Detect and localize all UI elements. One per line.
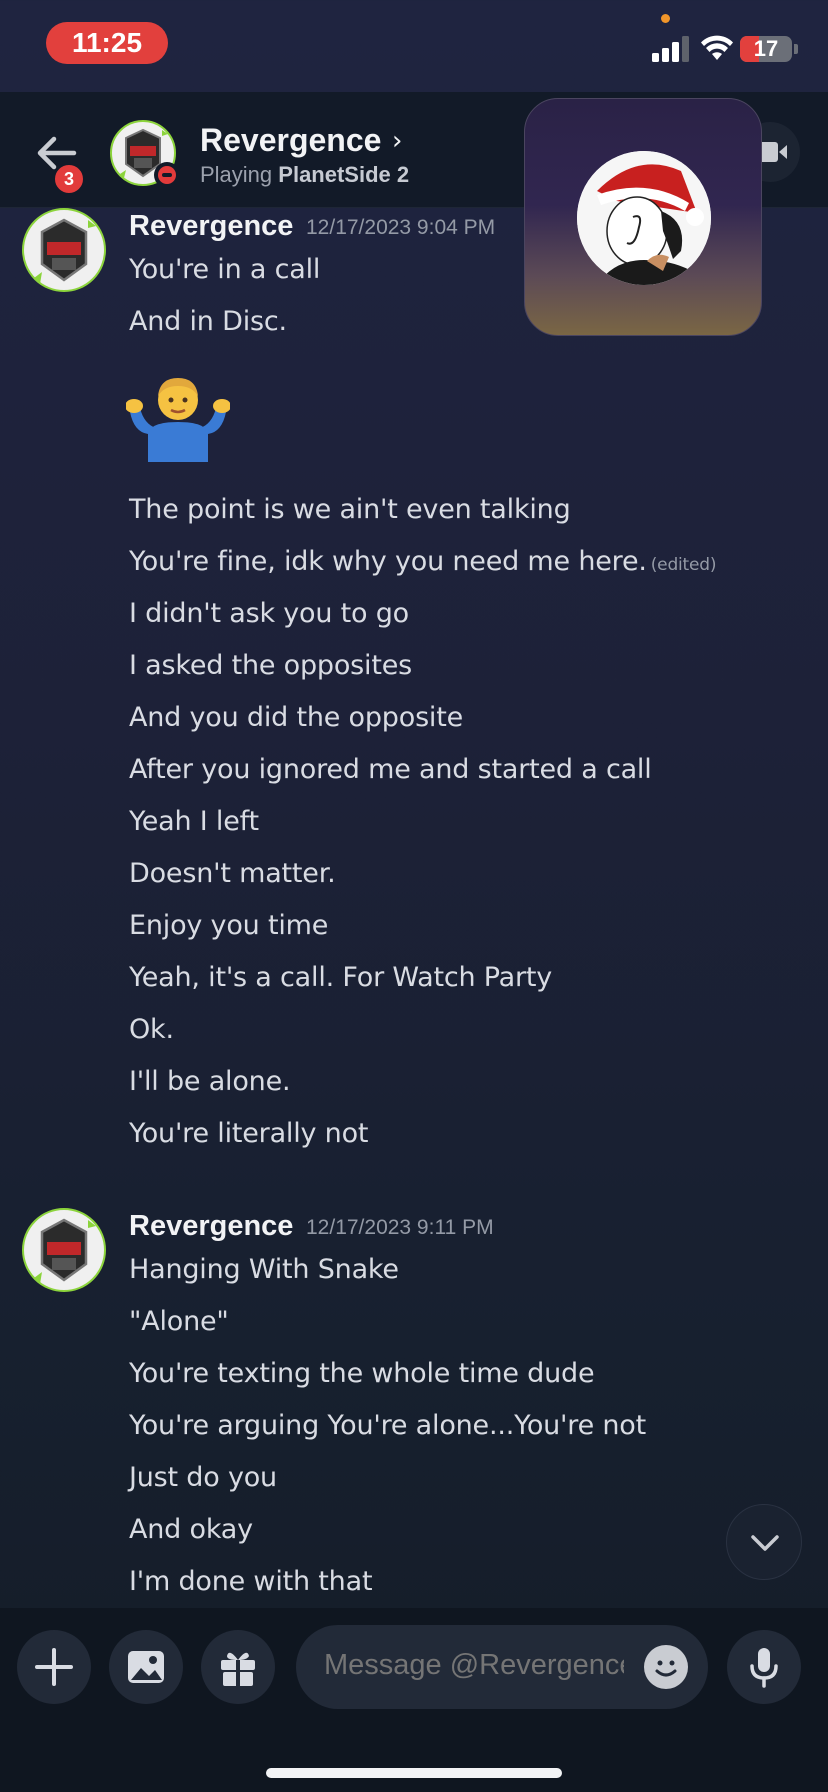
message-text[interactable]: I'll be alone.	[129, 1066, 291, 1097]
emoji-picker-button[interactable]	[644, 1645, 688, 1689]
message-text[interactable]: You're arguing You're alone...You're not	[129, 1410, 646, 1441]
message-text[interactable]: Yeah, it's a call. For Watch Party	[129, 962, 552, 993]
message-timestamp: 12/17/2023 9:04 PM	[306, 216, 496, 239]
message-author[interactable]: Revergence	[129, 210, 293, 243]
unread-badge: 3	[52, 162, 86, 196]
message-timestamp: 12/17/2023 9:11 PM	[306, 1216, 494, 1239]
message-text[interactable]: Doesn't matter.	[129, 858, 336, 889]
edited-label: (edited)	[650, 555, 717, 575]
message-text[interactable]: I asked the opposites	[129, 650, 412, 681]
message-text[interactable]: You're literally not	[129, 1118, 368, 1149]
battery-percent: 17	[753, 36, 779, 61]
avatar[interactable]	[22, 208, 106, 292]
message-text[interactable]: And okay	[129, 1514, 253, 1545]
status-bar: 11:25 17	[0, 0, 828, 92]
gift-icon	[221, 1652, 255, 1686]
do-not-disturb-status-icon	[154, 162, 180, 188]
message-text[interactable]: After you ignored me and started a call	[129, 754, 652, 785]
message-text[interactable]: I'm done with that	[129, 1566, 373, 1597]
message-author[interactable]: Revergence	[129, 1210, 293, 1243]
chevron-right-icon[interactable]: ›	[392, 126, 402, 156]
person-shrugging-emoji-icon[interactable]	[126, 372, 230, 462]
message-text-content: You're fine, idk why you need me here.	[129, 546, 647, 577]
message-list[interactable]: Revergence 12/17/2023 9:04 PM You're in …	[0, 208, 828, 1608]
message-text[interactable]: And in Disc.	[129, 306, 287, 337]
activity-game: PlanetSide 2	[278, 162, 410, 187]
message-composer	[0, 1608, 828, 1792]
message-text[interactable]: I didn't ask you to go	[129, 598, 409, 629]
message-text[interactable]: Just do you	[129, 1462, 277, 1493]
message-text[interactable]: Enjoy you time	[129, 910, 328, 941]
message-text[interactable]: You're texting the whole time dude	[129, 1358, 595, 1389]
smiley-icon	[655, 1660, 677, 1677]
caller-avatar	[577, 151, 711, 285]
message-text[interactable]: You're in a call	[129, 254, 320, 285]
message-input-container	[296, 1625, 708, 1709]
activity-prefix: Playing	[200, 162, 273, 187]
battery-nub	[794, 44, 798, 54]
privacy-indicator-dot	[661, 14, 670, 23]
voice-message-button[interactable]	[727, 1630, 801, 1704]
message-input[interactable]	[324, 1649, 624, 1682]
add-attachment-button[interactable]	[17, 1630, 91, 1704]
jump-to-bottom-circle	[726, 1504, 802, 1580]
microphone-icon	[750, 1648, 778, 1688]
message-text[interactable]: Hanging With Snake	[129, 1254, 399, 1285]
call-pip-window[interactable]	[524, 98, 762, 336]
home-indicator[interactable]	[266, 1768, 562, 1778]
message-text[interactable]: You're fine, idk why you need me here. (e…	[129, 546, 717, 577]
battery-indicator: 17	[740, 36, 792, 62]
chevron-down-icon	[751, 1535, 779, 1551]
status-time[interactable]: 11:25	[46, 22, 168, 64]
cellular-signal-icon	[652, 36, 689, 62]
user-activity: Playing PlanetSide 2	[200, 162, 409, 188]
gift-button[interactable]	[201, 1630, 275, 1704]
wifi-icon	[701, 35, 733, 60]
message-text[interactable]: "Alone"	[129, 1306, 229, 1337]
image-icon	[128, 1651, 164, 1683]
plus-icon	[35, 1648, 73, 1686]
caller-avatar-art	[577, 151, 711, 285]
message-text[interactable]: The point is we ain't even talking	[129, 494, 571, 525]
image-upload-button[interactable]	[109, 1630, 183, 1704]
message-text[interactable]: Ok.	[129, 1014, 174, 1045]
avatar[interactable]	[22, 1208, 106, 1292]
message-text[interactable]: And you did the opposite	[129, 702, 463, 733]
message-text[interactable]: Yeah I left	[129, 806, 259, 837]
jump-to-bottom-button[interactable]	[726, 1504, 828, 1582]
conversation-title[interactable]: Revergence	[200, 122, 381, 159]
